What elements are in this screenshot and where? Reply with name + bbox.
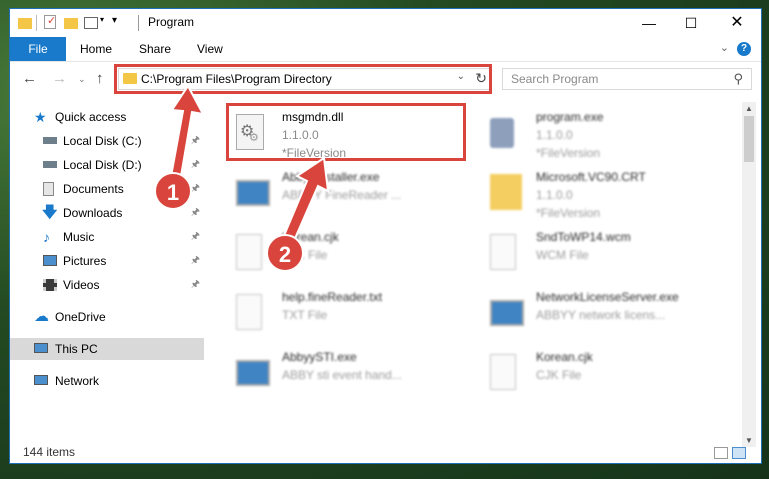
callout-badge-1: 1 xyxy=(154,172,192,210)
arrow-1 xyxy=(168,84,205,183)
callout-badge-2: 2 xyxy=(266,234,304,272)
arrow-2 xyxy=(281,156,330,245)
callout-arrows xyxy=(168,84,330,245)
